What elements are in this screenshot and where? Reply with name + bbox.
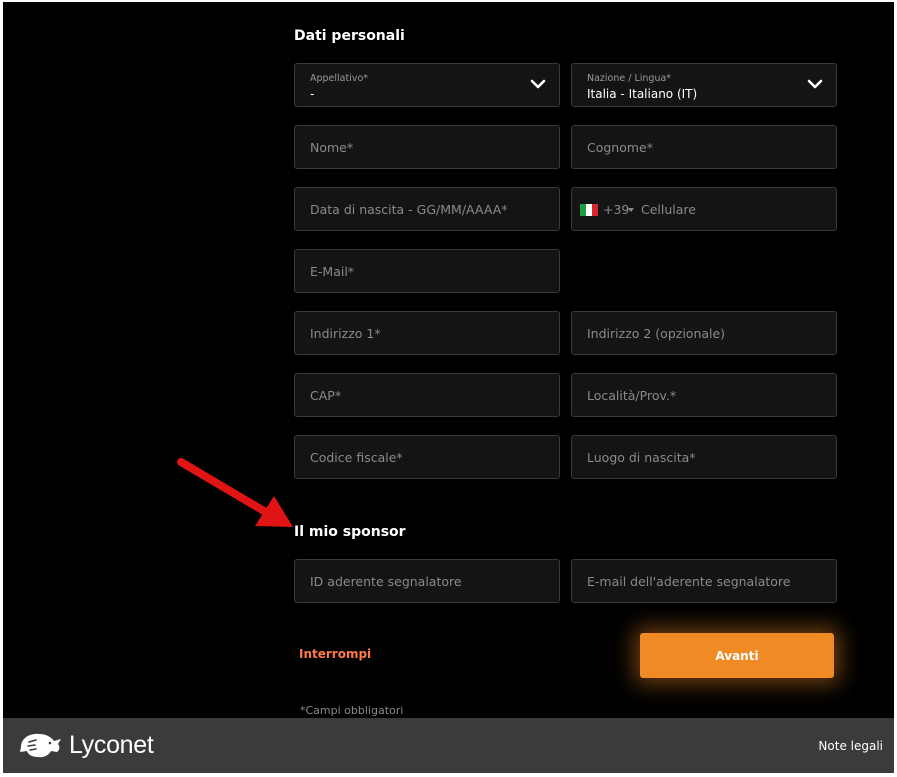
salutation-select[interactable]: Appellativo* - [294, 63, 560, 107]
chevron-down-icon [530, 79, 546, 89]
birth-date-input[interactable]: Data di nascita - GG/MM/AAAA* [294, 187, 560, 231]
email-placeholder: E-Mail* [310, 264, 355, 279]
footer: Lyconet Note legali [3, 718, 894, 773]
city-input[interactable]: Località/Prov.* [571, 373, 837, 417]
mobile-phone-placeholder: Cellulare [641, 202, 696, 217]
cancel-link[interactable]: Interrompi [299, 647, 371, 661]
address1-placeholder: Indirizzo 1* [310, 326, 381, 341]
last-name-input[interactable]: Cognome* [571, 125, 837, 169]
salutation-value: - [310, 87, 315, 101]
salutation-label: Appellativo* [310, 73, 369, 84]
mobile-phone-input[interactable]: +39 Cellulare [571, 187, 837, 231]
registration-page: Dati personali Appellativo* - Nazione / … [3, 2, 894, 773]
address2-placeholder: Indirizzo 2 (opzionale) [587, 326, 726, 341]
country-language-value: Italia - Italiano (IT) [587, 87, 698, 101]
lyconet-logo[interactable]: Lyconet [17, 730, 154, 760]
logo-text: Lyconet [69, 730, 154, 759]
sponsor-heading: Il mio sponsor [294, 524, 406, 540]
city-placeholder: Località/Prov.* [587, 388, 677, 403]
sponsor-id-placeholder: ID aderente segnalatore [310, 574, 462, 589]
country-language-label: Nazione / Lingua* [587, 73, 672, 84]
last-name-placeholder: Cognome* [587, 140, 653, 155]
first-name-placeholder: Nome* [310, 140, 354, 155]
zip-input[interactable]: CAP* [294, 373, 560, 417]
lion-logo-icon [20, 733, 61, 758]
birth-date-placeholder: Data di nascita - GG/MM/AAAA* [310, 202, 508, 217]
required-fields-note: *Campi obbligatori [300, 704, 404, 717]
caret-down-icon [628, 208, 634, 212]
address2-input[interactable]: Indirizzo 2 (opzionale) [571, 311, 837, 355]
tax-code-input[interactable]: Codice fiscale* [294, 435, 560, 479]
first-name-input[interactable]: Nome* [294, 125, 560, 169]
personal-data-heading: Dati personali [294, 28, 405, 44]
sponsor-email-input[interactable]: E-mail dell'aderente segnalatore [571, 559, 837, 603]
next-button[interactable]: Avanti [640, 633, 834, 678]
legal-notes-link[interactable]: Note legali [818, 739, 883, 753]
address1-input[interactable]: Indirizzo 1* [294, 311, 560, 355]
email-input[interactable]: E-Mail* [294, 249, 560, 293]
tax-code-placeholder: Codice fiscale* [310, 450, 403, 465]
zip-placeholder: CAP* [310, 388, 342, 403]
sponsor-id-input[interactable]: ID aderente segnalatore [294, 559, 560, 603]
annotation-arrow-icon [177, 458, 293, 527]
italy-flag-icon[interactable] [580, 204, 598, 216]
birth-place-placeholder: Luogo di nascita* [587, 450, 696, 465]
birth-place-input[interactable]: Luogo di nascita* [571, 435, 837, 479]
chevron-down-icon [807, 79, 823, 89]
sponsor-email-placeholder: E-mail dell'aderente segnalatore [587, 574, 791, 589]
phone-prefix: +39 [603, 202, 630, 217]
country-language-select[interactable]: Nazione / Lingua* Italia - Italiano (IT) [571, 63, 837, 107]
